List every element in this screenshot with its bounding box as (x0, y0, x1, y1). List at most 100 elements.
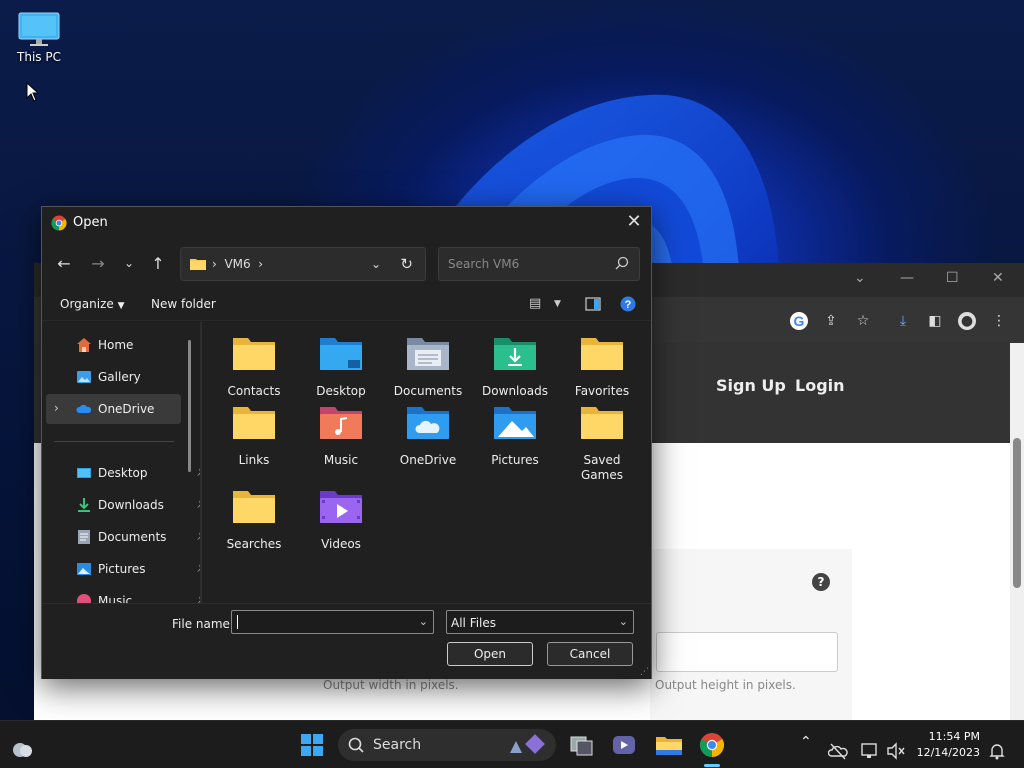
file-label: Downloads (482, 384, 548, 398)
svg-text:?: ? (625, 299, 632, 311)
list-item[interactable]: Documents (386, 329, 470, 399)
chevron-down-icon[interactable]: ⌄ (371, 257, 381, 271)
sidebar-item-label: Pictures (98, 562, 146, 576)
bookmark-star-icon[interactable]: ☆ (854, 312, 872, 330)
side-panel-icon[interactable]: ◧ (926, 312, 944, 330)
caret-down-icon[interactable]: ▼ (554, 299, 561, 309)
task-view-icon[interactable] (568, 729, 596, 761)
sidebar-item-label: Documents (98, 530, 167, 544)
mouse-cursor-icon (26, 82, 40, 102)
weather-icon[interactable] (10, 733, 36, 765)
sidebar-item-onedrive[interactable]: › OneDrive (46, 394, 181, 424)
new-folder-button[interactable]: New folder (151, 297, 216, 311)
help-icon[interactable]: ? (812, 573, 830, 591)
downloads-folder-icon (494, 338, 536, 370)
resize-grip-icon[interactable]: ⋰ (640, 667, 649, 677)
forward-arrow-icon[interactable]: → (88, 254, 108, 273)
file-label: Contacts (227, 384, 281, 398)
tab-search-icon[interactable]: ⌄ (854, 270, 866, 286)
file-list: Contacts Desktop Documents Downloads Fav… (212, 329, 642, 599)
chevron-right-icon[interactable]: › (54, 401, 59, 415)
desktop-icon (77, 468, 91, 478)
maximize-icon[interactable]: ☐ (946, 270, 959, 286)
teams-icon[interactable] (610, 729, 638, 761)
clock-time[interactable]: 11:54 PM (912, 730, 980, 743)
music-folder-icon (320, 407, 362, 439)
desktop-icon-this-pc[interactable]: This PC (8, 8, 70, 64)
list-item[interactable]: Saved Games (560, 398, 644, 483)
list-item[interactable]: Contacts (212, 329, 296, 399)
open-button[interactable]: Open (447, 642, 533, 666)
address-bar[interactable]: › VM6 › ⌄ ↻ (180, 247, 426, 281)
list-item[interactable]: Favorites (560, 329, 644, 399)
login-link[interactable]: Login (795, 376, 845, 395)
file-label: Desktop (316, 384, 366, 398)
chrome-icon[interactable] (698, 729, 726, 761)
dialog-footer: File name: ⌄ All Files ⌄ Open Cancel ⋰ (42, 603, 651, 679)
taskbar: Search ⌃ 11:54 PM 12/14/2023 (0, 720, 1024, 768)
recent-locations-icon[interactable]: ⌄ (119, 256, 139, 270)
list-item[interactable]: Pictures (473, 398, 557, 468)
profile-icon[interactable]: ● (958, 312, 976, 330)
back-arrow-icon[interactable]: ← (54, 254, 74, 273)
sidebar-item-documents[interactable]: Documents 📌 (46, 522, 200, 552)
search-highlight-icon (510, 734, 545, 754)
google-icon[interactable]: G (790, 312, 808, 330)
sidebar-item-label: Gallery (98, 370, 141, 384)
list-item[interactable]: Videos (299, 482, 383, 552)
volume-muted-icon[interactable] (886, 735, 906, 767)
scrollbar-thumb[interactable] (1013, 438, 1021, 588)
network-icon[interactable] (860, 735, 880, 767)
list-item[interactable]: OneDrive (386, 398, 470, 468)
file-label: Music (323, 453, 359, 467)
list-item[interactable]: Downloads (473, 329, 557, 399)
list-item[interactable]: Links (212, 398, 296, 468)
file-explorer-icon[interactable] (654, 729, 684, 761)
chevron-down-icon[interactable]: ⌄ (419, 615, 428, 628)
signup-link[interactable]: Sign Up (716, 376, 786, 395)
search-box[interactable]: Search VM6 (438, 247, 640, 281)
sidebar-item-downloads[interactable]: Downloads 📌 (46, 490, 200, 520)
clock-date[interactable]: 12/14/2023 (912, 746, 980, 759)
list-item[interactable]: Desktop (299, 329, 383, 399)
notification-bell-icon[interactable] (988, 735, 1006, 767)
start-icon[interactable] (299, 729, 325, 761)
minimize-icon[interactable]: — (900, 270, 914, 286)
sidebar-item-gallery[interactable]: Gallery (46, 362, 181, 392)
sidebar-scrollbar[interactable] (188, 340, 191, 472)
view-options-icon[interactable]: ▤ (529, 296, 541, 311)
breadcrumb-vm6[interactable]: VM6 (224, 257, 250, 271)
pane-splitter[interactable] (200, 322, 202, 604)
sidebar-item-music[interactable]: Music 📌 (46, 586, 200, 604)
gallery-icon (77, 371, 91, 383)
close-icon[interactable]: ✕ (625, 211, 643, 232)
organize-menu[interactable]: Organize ▼ (60, 297, 125, 311)
cancel-button[interactable]: Cancel (547, 642, 633, 666)
sidebar-item-pictures[interactable]: Pictures 📌 (46, 554, 200, 584)
sidebar-item-desktop[interactable]: Desktop 📌 (46, 458, 200, 488)
breadcrumb[interactable]: › VM6 › (212, 257, 263, 271)
taskbar-search[interactable]: Search (338, 729, 556, 761)
up-arrow-icon[interactable]: ↑ (148, 254, 168, 273)
share-icon[interactable]: ⇪ (822, 312, 840, 330)
folder-icon (581, 407, 623, 439)
desktop-folder-icon (320, 338, 362, 370)
chevron-up-icon[interactable]: ⌃ (800, 734, 812, 766)
menu-icon[interactable]: ⋮ (990, 312, 1008, 330)
pictures-folder-icon (494, 407, 536, 439)
onedrive-offline-icon[interactable] (828, 735, 848, 767)
page-scrollbar[interactable] (1010, 343, 1024, 720)
file-type-select[interactable]: All Files ⌄ (446, 610, 634, 634)
height-input[interactable] (656, 632, 838, 672)
sidebar-item-home[interactable]: Home (46, 330, 181, 360)
file-label: Pictures (491, 453, 539, 467)
list-item[interactable]: Searches (212, 482, 296, 552)
preview-pane-icon[interactable] (585, 296, 601, 312)
file-name-input[interactable]: ⌄ (231, 610, 434, 634)
documents-folder-icon (407, 338, 449, 370)
close-icon[interactable]: ✕ (992, 270, 1004, 286)
list-item[interactable]: Music (299, 398, 383, 468)
refresh-icon[interactable]: ↻ (400, 255, 413, 273)
help-icon[interactable]: ? (620, 296, 636, 312)
download-icon[interactable]: ⤓ (894, 312, 912, 330)
